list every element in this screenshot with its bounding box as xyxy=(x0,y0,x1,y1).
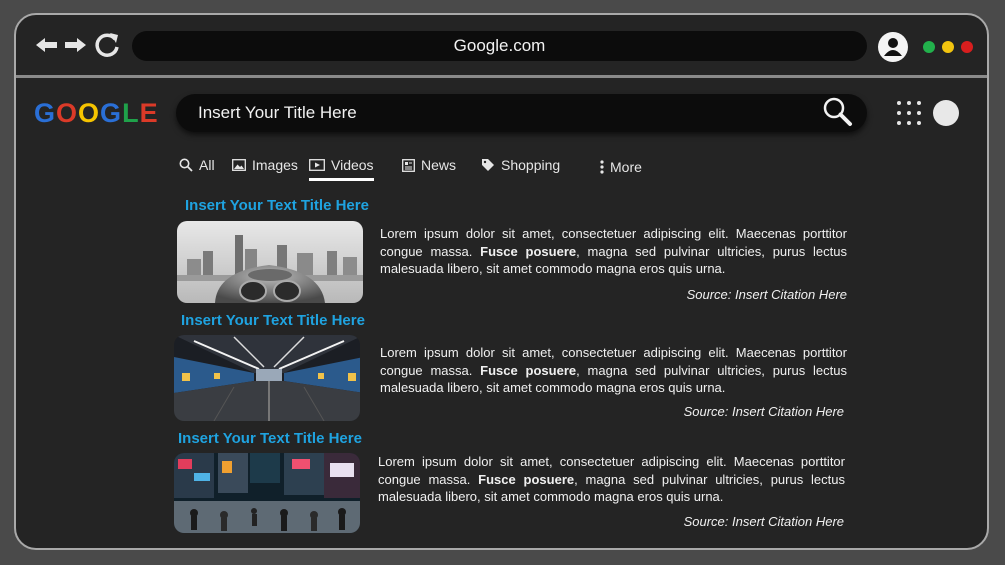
tab-shopping[interactable]: Shopping xyxy=(481,155,560,175)
search-icon xyxy=(179,158,193,172)
video-icon xyxy=(309,159,325,171)
snippet-bold: Fusce posuere xyxy=(480,243,577,259)
red-window-dot[interactable] xyxy=(961,41,973,53)
binoculars-city-photo xyxy=(177,221,363,303)
image-icon xyxy=(232,159,246,171)
result-snippet: Lorem ipsum dolor sit amet, consectetuer… xyxy=(380,344,847,397)
apps-grid-icon[interactable] xyxy=(896,100,922,126)
account-avatar[interactable] xyxy=(933,100,959,126)
profile-button[interactable] xyxy=(878,32,908,62)
result-thumbnail[interactable] xyxy=(177,221,363,303)
logo-letter: G xyxy=(100,98,123,128)
snippet-bold: Fusce posuere xyxy=(478,471,575,487)
back-arrow-icon[interactable] xyxy=(36,31,58,59)
search-input[interactable]: Insert Your Title Here xyxy=(198,94,357,132)
result-thumbnail[interactable] xyxy=(174,335,360,421)
result-snippet: Lorem ipsum dolor sit amet, consectetuer… xyxy=(380,225,847,278)
tab-label: Videos xyxy=(331,157,374,173)
address-bar-url: Google.com xyxy=(453,36,546,55)
tab-label: News xyxy=(421,157,457,173)
forward-arrow-icon[interactable] xyxy=(64,31,86,59)
result-title[interactable]: Insert Your Text Title Here xyxy=(178,430,362,447)
tab-label: All xyxy=(199,157,215,173)
tab-label: Shopping xyxy=(501,157,561,173)
result-source: Source: Insert Citation Here xyxy=(683,404,844,419)
logo-letter: O xyxy=(56,98,79,128)
snippet-bold: Fusce posuere xyxy=(480,362,577,378)
logo-letter: G xyxy=(34,98,57,128)
logo-letter: L xyxy=(122,98,140,128)
yellow-window-dot[interactable] xyxy=(942,41,954,53)
search-box[interactable]: Insert Your Title Here xyxy=(176,94,867,132)
result-source: Source: Insert Citation Here xyxy=(686,287,847,302)
green-window-dot[interactable] xyxy=(923,41,935,53)
result-thumbnail[interactable] xyxy=(174,453,360,533)
logo-letter: O xyxy=(78,98,101,128)
logo-letter: E xyxy=(139,98,159,128)
google-logo[interactable]: GOOGLE xyxy=(34,98,159,129)
result-title[interactable]: Insert Your Text Title Here xyxy=(181,312,365,329)
tab-label: Images xyxy=(252,157,298,173)
tab-label: More xyxy=(610,159,642,175)
reload-icon[interactable] xyxy=(93,31,121,59)
browser-toolbar: Google.com xyxy=(16,15,987,78)
tab-images[interactable]: Images xyxy=(232,155,298,175)
tab-more[interactable]: More xyxy=(600,157,642,177)
result-source: Source: Insert Citation Here xyxy=(683,514,844,529)
address-bar[interactable]: Google.com xyxy=(132,31,867,61)
tag-icon xyxy=(482,159,494,171)
search-icon[interactable] xyxy=(821,96,855,130)
news-icon xyxy=(402,158,415,172)
browser-window: Google.com GOOGLE Insert Your Title Here xyxy=(14,13,989,550)
user-icon xyxy=(884,38,902,56)
tab-all[interactable]: All xyxy=(179,155,215,175)
tab-news[interactable]: News xyxy=(402,155,456,175)
result-snippet: Lorem ipsum dolor sit amet, consectetuer… xyxy=(378,453,845,506)
subway-station-photo xyxy=(174,335,360,421)
result-title[interactable]: Insert Your Text Title Here xyxy=(185,197,369,214)
more-vert-icon xyxy=(600,160,604,174)
busy-street-photo xyxy=(174,453,360,533)
tab-videos[interactable]: Videos xyxy=(309,155,374,181)
